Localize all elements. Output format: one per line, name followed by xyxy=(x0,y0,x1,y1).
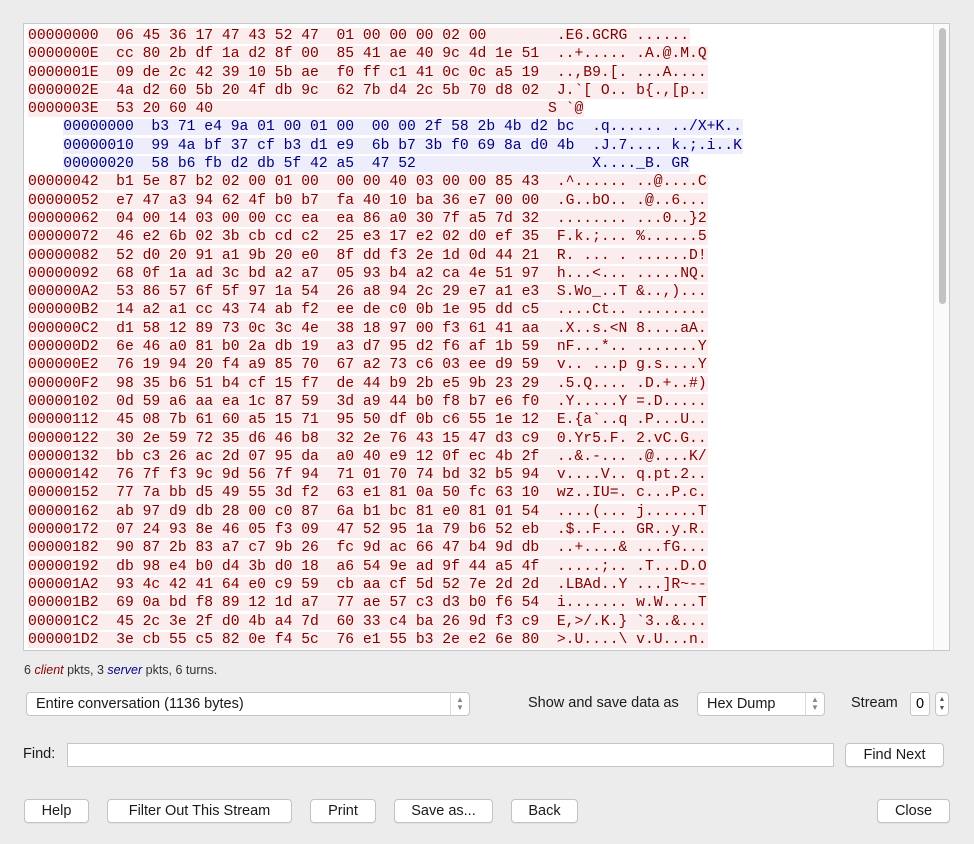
client-dump-line: 00000072 46 e2 6b 02 3b cb cd c2 25 e3 1… xyxy=(28,228,743,246)
dump-line-text: 000000B2 14 a2 a1 cc 43 74 ab f2 ee de c… xyxy=(28,302,708,319)
dump-line-text: 00000182 90 87 2b 83 a7 c7 9b 26 fc 9d a… xyxy=(28,540,708,557)
client-dump-line: 00000142 76 7f f3 9c 9d 56 7f 94 71 01 7… xyxy=(28,466,743,484)
client-dump-line: 00000062 04 00 14 03 00 00 cc ea ea 86 a… xyxy=(28,210,743,228)
show-as-label: Show and save data as xyxy=(528,695,679,711)
close-button[interactable]: Close xyxy=(877,799,950,823)
show-as-select[interactable]: Hex Dump ▲ ▼ xyxy=(697,692,825,716)
client-dump-line: 000001B2 69 0a bd f8 89 12 1d a7 77 ae 5… xyxy=(28,594,743,612)
dump-line-text: 0000003E 53 20 60 40 S `@ xyxy=(28,101,585,118)
dump-line-text: 0000002E 4a d2 60 5b 20 4f db 9c 62 7b d… xyxy=(28,82,708,99)
stepper-up-icon[interactable]: ▲ xyxy=(939,695,946,704)
dump-line-text: 000001B2 69 0a bd f8 89 12 1d a7 77 ae 5… xyxy=(28,595,708,612)
dump-line-text: 0000000E cc 80 2b df 1a d2 8f 00 85 41 a… xyxy=(28,46,708,63)
print-button[interactable]: Print xyxy=(310,799,376,823)
client-dump-line: 00000112 45 08 7b 61 60 a5 15 71 95 50 d… xyxy=(28,411,743,429)
dump-line-text: 00000152 77 7a bb d5 49 55 3d f2 63 e1 8… xyxy=(28,485,708,502)
dump-line-text: 000000A2 53 86 57 6f 5f 97 1a 54 26 a8 9… xyxy=(28,284,708,301)
client-dump-line: 0000001E 09 de 2c 42 39 10 5b ae f0 ff c… xyxy=(28,64,743,82)
client-dump-line: 0000002E 4a d2 60 5b 20 4f db 9c 62 7b d… xyxy=(28,82,743,100)
dump-line-text: 00000092 68 0f 1a ad 3c bd a2 a7 05 93 b… xyxy=(28,265,708,282)
client-dump-line: 00000092 68 0f 1a ad 3c bd a2 a7 05 93 b… xyxy=(28,265,743,283)
client-dump-line: 00000122 30 2e 59 72 35 d6 46 b8 32 2e 7… xyxy=(28,430,743,448)
dump-line-text: 00000142 76 7f f3 9c 9d 56 7f 94 71 01 7… xyxy=(28,467,708,484)
client-dump-line: 000000C2 d1 58 12 89 73 0c 3c 4e 38 18 9… xyxy=(28,320,743,338)
stream-content-pane[interactable]: 00000000 06 45 36 17 47 43 52 47 01 00 0… xyxy=(23,23,950,651)
client-dump-line: 00000172 07 24 93 8e 46 05 f3 09 47 52 9… xyxy=(28,521,743,539)
back-button[interactable]: Back xyxy=(511,799,578,823)
stream-stepper[interactable]: ▲ ▼ xyxy=(935,692,949,716)
dump-line-text: 000001A2 93 4c 42 41 64 e0 c9 59 cb aa c… xyxy=(28,576,708,593)
server-dump-line: 00000010 99 4a bf 37 cf b3 d1 e9 6b b7 3… xyxy=(28,137,743,155)
select-chevrons-icon: ▲ ▼ xyxy=(805,693,824,715)
client-dump-line: 00000162 ab 97 d9 db 28 00 c0 87 6a b1 b… xyxy=(28,503,743,521)
client-dump-line: 00000152 77 7a bb d5 49 55 3d f2 63 e1 8… xyxy=(28,484,743,502)
dump-line-text: 00000162 ab 97 d9 db 28 00 c0 87 6a b1 b… xyxy=(28,503,708,520)
client-dump-line: 00000052 e7 47 a3 94 62 4f b0 b7 fa 40 1… xyxy=(28,192,743,210)
find-input[interactable] xyxy=(67,743,834,767)
stream-number-input[interactable]: 0 xyxy=(910,692,930,716)
save-as-button[interactable]: Save as... xyxy=(394,799,493,823)
client-dump-line: 000000B2 14 a2 a1 cc 43 74 ab f2 ee de c… xyxy=(28,301,743,319)
help-button[interactable]: Help xyxy=(24,799,89,823)
dump-line-text: 000001C2 45 2c 3e 2f d0 4b a4 7d 60 33 c… xyxy=(28,613,708,630)
stream-label: Stream xyxy=(851,695,898,711)
client-dump-line: 00000000 06 45 36 17 47 43 52 47 01 00 0… xyxy=(28,27,743,45)
scrollbar-thumb[interactable] xyxy=(939,28,946,304)
client-dump-line: 000000F2 98 35 b6 51 b4 cf 15 f7 de 44 b… xyxy=(28,375,743,393)
dump-line-text: 00000042 b1 5e 87 b2 02 00 01 00 00 00 4… xyxy=(28,174,708,191)
dump-line-text: 00000112 45 08 7b 61 60 a5 15 71 95 50 d… xyxy=(28,412,708,429)
dump-line-text: 00000192 db 98 e4 b0 d4 3b d0 18 a6 54 9… xyxy=(28,558,708,575)
server-dump-line: 00000020 58 b6 fb d2 db 5f 42 a5 47 52 X… xyxy=(28,155,743,173)
client-dump-line: 00000042 b1 5e 87 b2 02 00 01 00 00 00 4… xyxy=(28,173,743,191)
dump-line-text: 000000D2 6e 46 a0 81 b0 2a db 19 a3 d7 9… xyxy=(28,339,708,356)
stats-mid: pkts, 3 xyxy=(63,663,108,677)
client-dump-line: 00000132 bb c3 26 ac 2d 07 95 da a0 40 e… xyxy=(28,448,743,466)
dump-line-text: 00000010 99 4a bf 37 cf b3 d1 e9 6b b7 3… xyxy=(63,137,743,154)
client-dump-line: 000001D2 3e cb 55 c5 82 0e f4 5c 76 e1 5… xyxy=(28,631,743,649)
dump-line-text: 0000001E 09 de 2c 42 39 10 5b ae f0 ff c… xyxy=(28,64,708,81)
client-dump-line: 0000000E cc 80 2b df 1a d2 8f 00 85 41 a… xyxy=(28,45,743,63)
client-word: client xyxy=(34,663,64,677)
client-dump-line: 000000A2 53 86 57 6f 5f 97 1a 54 26 a8 9… xyxy=(28,283,743,301)
client-dump-line: 00000082 52 d0 20 91 a1 9b 20 e0 8f dd f… xyxy=(28,247,743,265)
dump-line-text: 00000172 07 24 93 8e 46 05 f3 09 47 52 9… xyxy=(28,522,708,539)
dump-line-text: 000001D2 3e cb 55 c5 82 0e f4 5c 76 e1 5… xyxy=(28,631,708,648)
client-count: 6 xyxy=(24,663,31,677)
hex-dump-lines: 00000000 06 45 36 17 47 43 52 47 01 00 0… xyxy=(28,27,743,649)
client-dump-line: 000001C2 45 2c 3e 2f d0 4b a4 7d 60 33 c… xyxy=(28,613,743,631)
server-dump-line: 00000000 b3 71 e4 9a 01 00 01 00 00 00 2… xyxy=(28,118,743,136)
client-dump-line: 00000102 0d 59 a6 aa ea 1c 87 59 3d a9 4… xyxy=(28,393,743,411)
find-next-button[interactable]: Find Next xyxy=(845,743,944,767)
server-word: server xyxy=(107,663,143,677)
dump-line-text: 00000000 06 45 36 17 47 43 52 47 01 00 0… xyxy=(28,28,691,44)
dump-line-text: 000000F2 98 35 b6 51 b4 cf 15 f7 de 44 b… xyxy=(28,375,708,392)
client-dump-line: 00000182 90 87 2b 83 a7 c7 9b 26 fc 9d a… xyxy=(28,539,743,557)
conversation-select-value: Entire conversation (1136 bytes) xyxy=(36,696,244,712)
client-dump-line: 000000D2 6e 46 a0 81 b0 2a db 19 a3 d7 9… xyxy=(28,338,743,356)
conversation-select[interactable]: Entire conversation (1136 bytes) ▲ ▼ xyxy=(26,692,470,716)
stepper-down-icon[interactable]: ▼ xyxy=(939,704,946,713)
filter-out-stream-button[interactable]: Filter Out This Stream xyxy=(107,799,292,823)
dump-line-text: 00000072 46 e2 6b 02 3b cb cd c2 25 e3 1… xyxy=(28,229,708,246)
stats-tail: pkts, 6 turns. xyxy=(142,663,218,677)
vertical-scrollbar[interactable] xyxy=(933,24,949,650)
client-dump-line: 0000003E 53 20 60 40 S `@ xyxy=(28,100,743,118)
client-dump-line: 000001A2 93 4c 42 41 64 e0 c9 59 cb aa c… xyxy=(28,576,743,594)
client-dump-line: 00000192 db 98 e4 b0 d4 3b d0 18 a6 54 9… xyxy=(28,558,743,576)
dump-line-text: 00000122 30 2e 59 72 35 d6 46 b8 32 2e 7… xyxy=(28,430,708,447)
show-as-value: Hex Dump xyxy=(707,696,776,712)
dump-line-text: 00000062 04 00 14 03 00 00 cc ea ea 86 a… xyxy=(28,210,708,227)
dump-line-text: 00000082 52 d0 20 91 a1 9b 20 e0 8f dd f… xyxy=(28,247,708,264)
dump-line-text: 000000E2 76 19 94 20 f4 a9 85 70 67 a2 7… xyxy=(28,357,708,374)
dump-line-text: 00000020 58 b6 fb d2 db 5f 42 a5 47 52 X… xyxy=(63,156,691,173)
find-label: Find: xyxy=(23,746,56,762)
dump-line-text: 00000052 e7 47 a3 94 62 4f b0 b7 fa 40 1… xyxy=(28,192,708,209)
select-chevrons-icon: ▲ ▼ xyxy=(450,693,469,715)
dump-line-text: 00000000 b3 71 e4 9a 01 00 01 00 00 00 2… xyxy=(63,119,743,136)
dump-line-text: 00000132 bb c3 26 ac 2d 07 95 da a0 40 e… xyxy=(28,448,708,465)
client-dump-line: 000000E2 76 19 94 20 f4 a9 85 70 67 a2 7… xyxy=(28,356,743,374)
dump-line-text: 00000102 0d 59 a6 aa ea 1c 87 59 3d a9 4… xyxy=(28,393,708,410)
dump-line-text: 000000C2 d1 58 12 89 73 0c 3c 4e 38 18 9… xyxy=(28,320,708,337)
packet-stats: 6 client pkts, 3 server pkts, 6 turns. xyxy=(24,663,217,677)
